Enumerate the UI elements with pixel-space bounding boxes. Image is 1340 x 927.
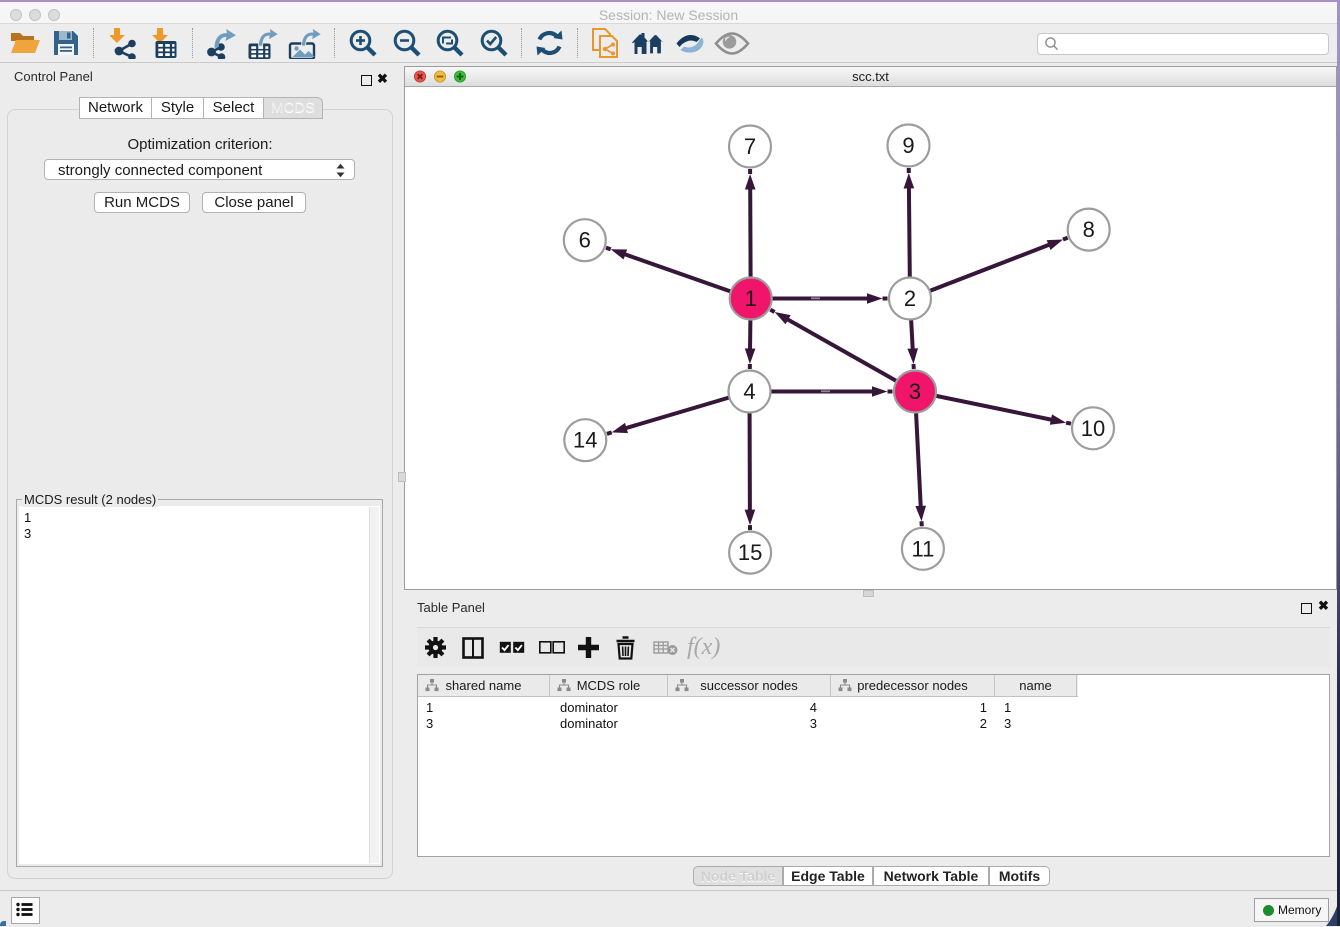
svg-text:2: 2: [904, 286, 916, 311]
svg-text:8: 8: [1083, 217, 1095, 242]
svg-text:14: 14: [573, 428, 597, 453]
svg-text:10: 10: [1081, 416, 1105, 441]
svg-text:6: 6: [579, 228, 591, 253]
svg-text:3: 3: [909, 379, 921, 404]
svg-text:4: 4: [743, 379, 755, 404]
svg-text:9: 9: [902, 133, 914, 158]
svg-text:1: 1: [745, 286, 757, 311]
svg-text:15: 15: [738, 540, 762, 565]
svg-text:7: 7: [744, 134, 756, 159]
svg-text:11: 11: [911, 536, 934, 561]
